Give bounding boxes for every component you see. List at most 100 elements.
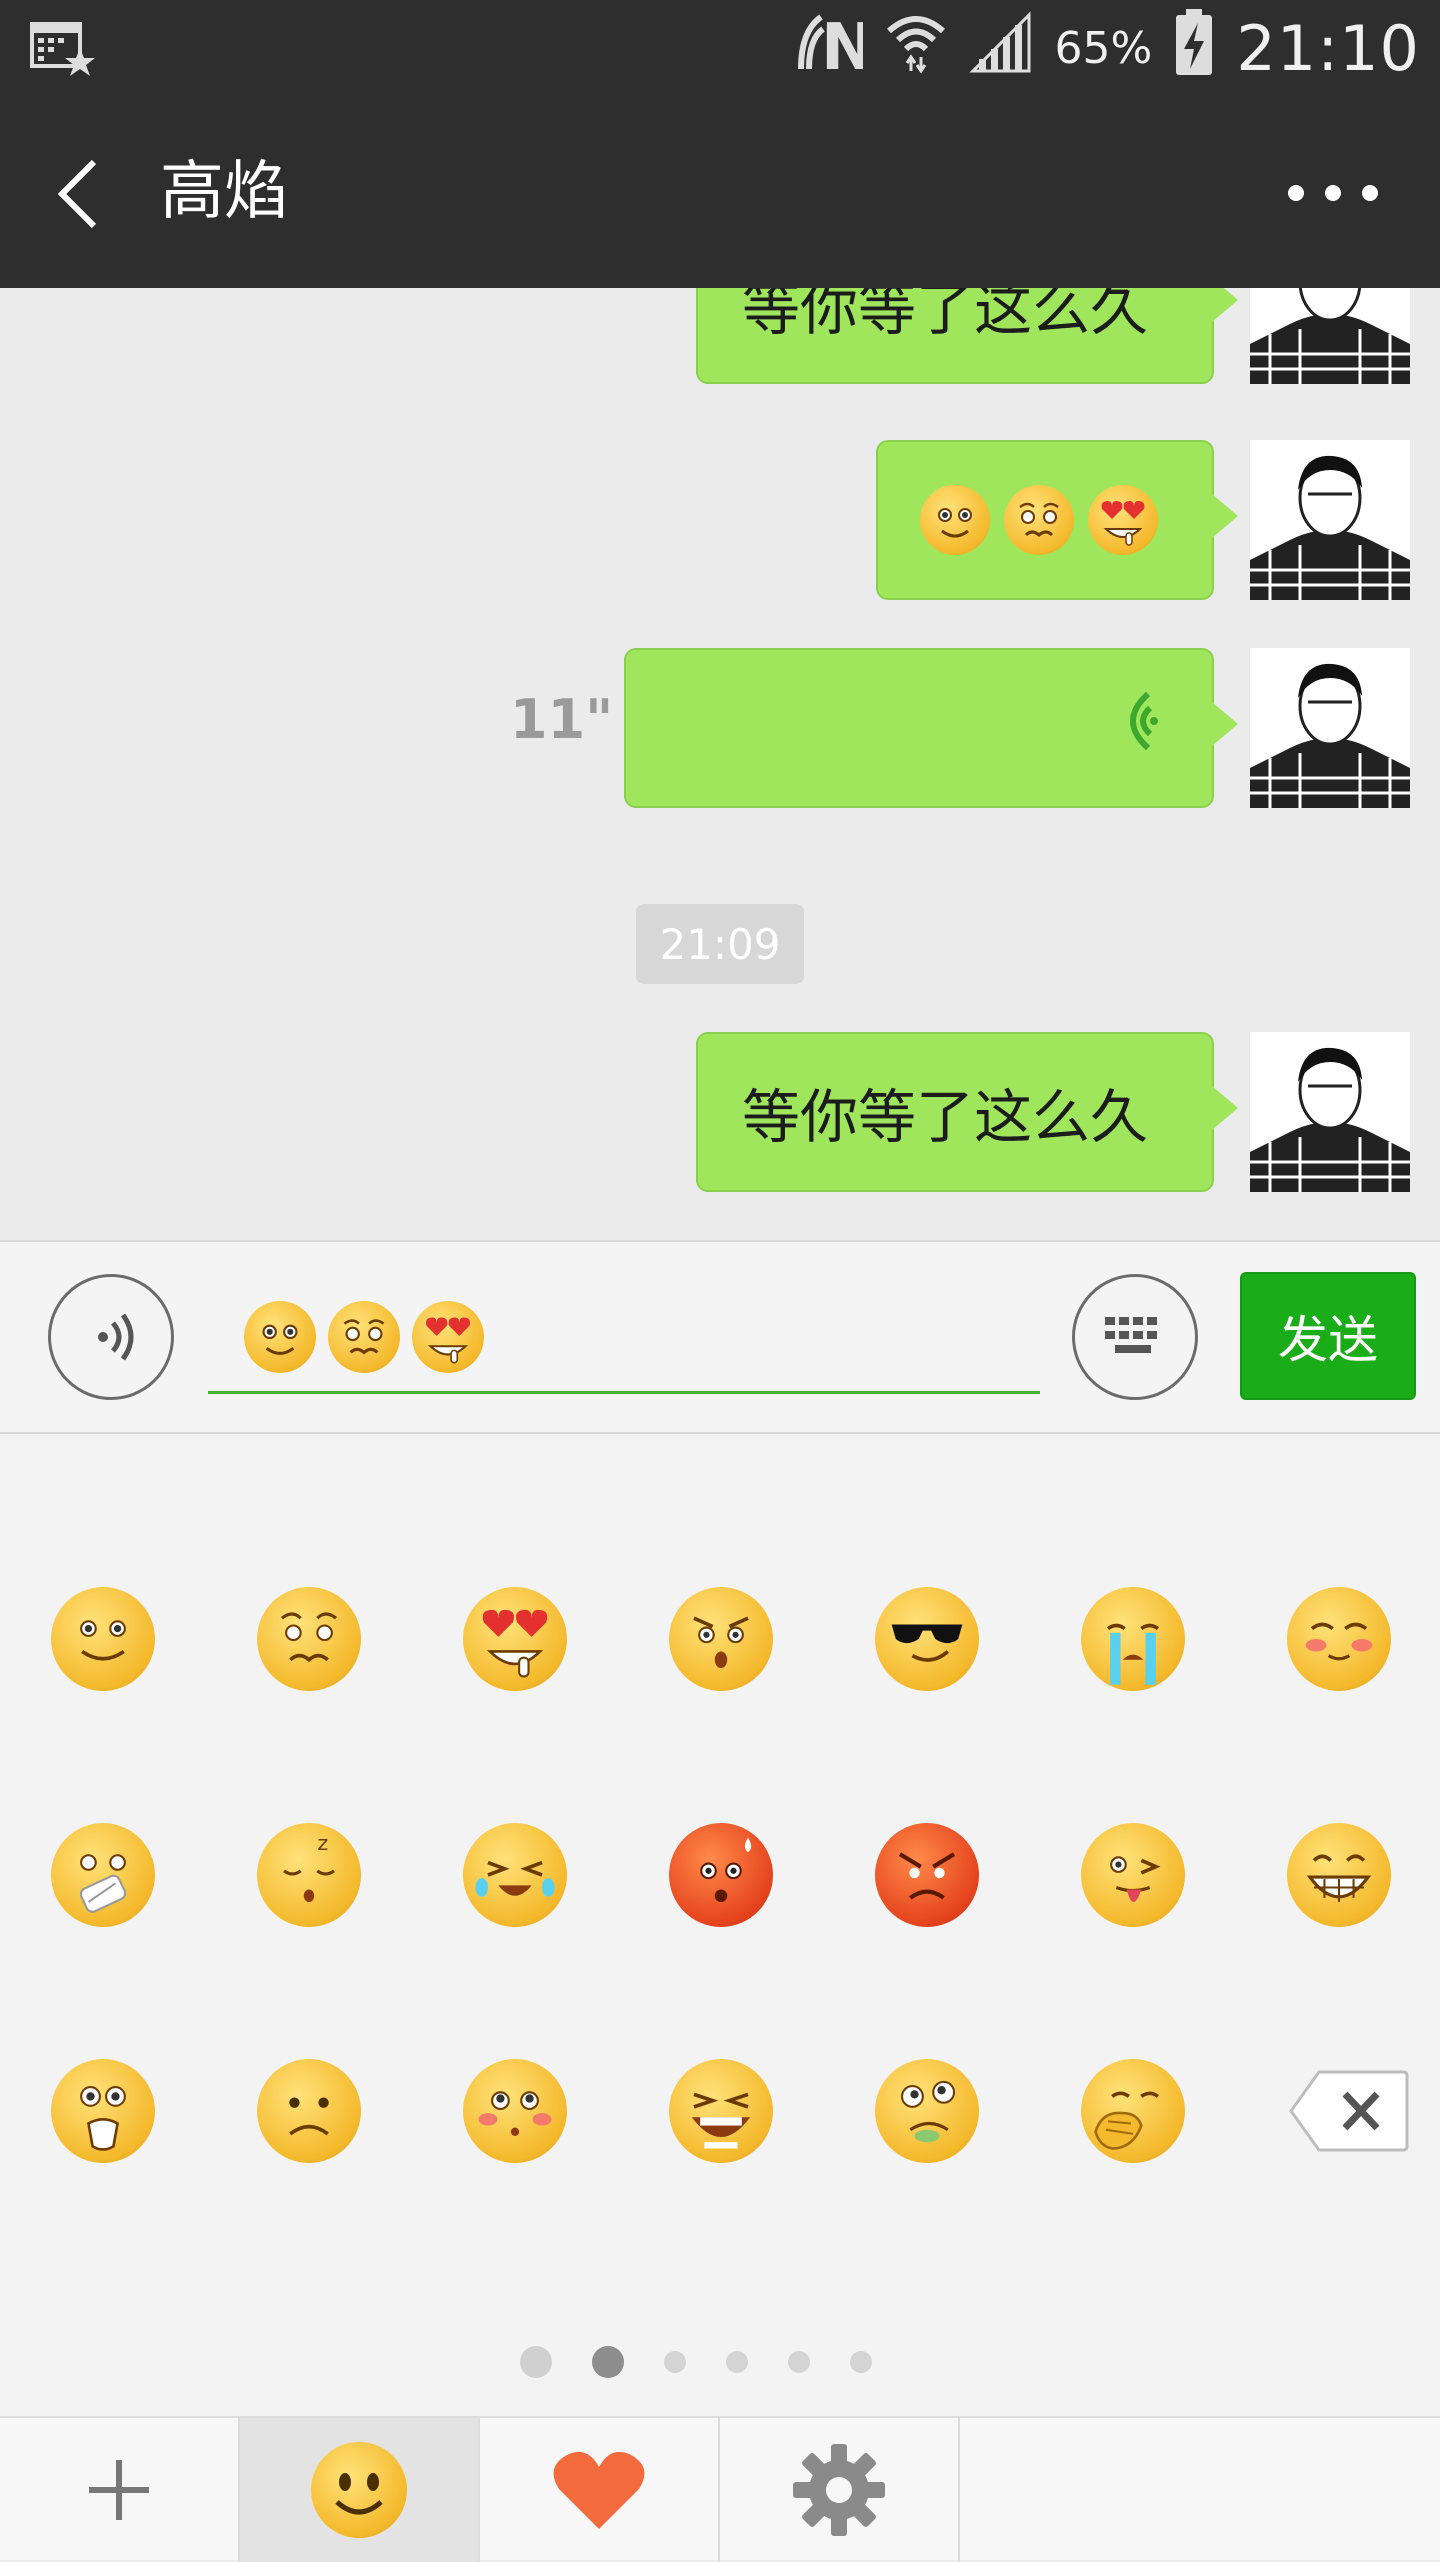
message-text: 等你等了这么久	[742, 288, 1149, 343]
send-button[interactable]: 发送	[1240, 1272, 1416, 1400]
backspace-icon	[1289, 2070, 1409, 2152]
back-arrow-icon[interactable]	[50, 154, 110, 234]
emoji-panel: z	[0, 1434, 1440, 2416]
tongue-wink-icon	[1081, 1823, 1185, 1927]
input-bar: 发送	[0, 1240, 1440, 1434]
emoji-crying[interactable]	[1078, 1584, 1188, 1694]
smile-emoji	[920, 485, 990, 555]
furious-icon	[875, 1823, 979, 1927]
emoji-sunglasses[interactable]	[872, 1584, 982, 1694]
emoji-heart-eyes[interactable]	[460, 1584, 570, 1694]
tab-add[interactable]	[0, 2418, 240, 2562]
gear-icon	[793, 2444, 885, 2536]
angry-face-icon	[669, 1587, 773, 1691]
page-dot[interactable]	[788, 2351, 810, 2373]
voice-bubble[interactable]	[624, 648, 1238, 808]
emoji-tongue-wink[interactable]	[1078, 1820, 1188, 1930]
emoji-sweat-red[interactable]	[666, 1820, 776, 1930]
heart-icon	[553, 2451, 645, 2529]
zipped-icon	[51, 1823, 155, 1927]
plus-icon	[89, 2460, 149, 2520]
frown-icon	[257, 2059, 361, 2163]
nfc-icon: N	[797, 11, 874, 85]
emoji-surprised[interactable]	[48, 2056, 158, 2166]
emoji-cover-mouth[interactable]	[1078, 2056, 1188, 2166]
heart-eyes-emoji	[412, 1300, 484, 1373]
tab-emoji[interactable]	[240, 2418, 480, 2562]
emoji-sleepy[interactable]: z	[254, 1820, 364, 1930]
keyboard-icon	[1105, 1317, 1157, 1353]
emoji-angry-face[interactable]	[666, 1584, 776, 1694]
surprised-icon	[51, 2059, 155, 2163]
avatar[interactable]	[1250, 1032, 1410, 1192]
heart-eyes-icon	[463, 1587, 567, 1691]
laugh-cry-icon	[463, 1823, 567, 1927]
backspace-key[interactable]	[1284, 2056, 1414, 2166]
emoji-bubble[interactable]	[876, 440, 1238, 600]
smile-emoji	[244, 1300, 316, 1373]
drool-icon	[875, 2059, 979, 2163]
page-dot[interactable]	[664, 2351, 686, 2373]
message-row: 等你等了这么久	[696, 288, 1410, 384]
text-bubble[interactable]: 等你等了这么久	[696, 1032, 1238, 1192]
emoji-shy[interactable]	[460, 2056, 570, 2166]
status-bar: N 65% 21:10	[0, 0, 1440, 98]
wifi-icon	[885, 11, 947, 85]
emoji-drool[interactable]	[872, 2056, 982, 2166]
message-row	[876, 440, 1410, 600]
signal-icon	[968, 11, 1033, 85]
chat-header: 高焰	[0, 98, 1440, 288]
battery-charging-icon	[1174, 7, 1214, 89]
tab-favorites[interactable]	[480, 2418, 720, 2562]
cover-mouth-icon	[1081, 2059, 1185, 2163]
emoji-blush[interactable]	[1284, 1584, 1394, 1694]
sunglasses-icon	[875, 1587, 979, 1691]
voice-icon	[98, 1313, 134, 1361]
keyboard-toggle-button[interactable]	[1072, 1274, 1198, 1400]
calendar-star-icon	[28, 18, 98, 80]
sleepy-icon: z	[257, 1823, 361, 1927]
emoji-furious[interactable]	[872, 1820, 982, 1930]
emoji-grin[interactable]	[1284, 1820, 1394, 1930]
text-bubble[interactable]: 等你等了这么久	[696, 288, 1238, 384]
voice-duration: 11"	[510, 688, 614, 751]
svg-text:z: z	[317, 1831, 328, 1855]
grin-icon	[1287, 1823, 1391, 1927]
emoji-frown[interactable]	[254, 2056, 364, 2166]
emoji-scream[interactable]	[666, 2056, 776, 2166]
message-row	[624, 648, 1410, 808]
emoji-smile[interactable]	[48, 1584, 158, 1694]
timestamp: 21:09	[636, 904, 804, 984]
smile-icon	[51, 1587, 155, 1691]
avatar[interactable]	[1250, 288, 1410, 384]
worried-icon	[257, 1587, 361, 1691]
emoji-laugh-cry[interactable]	[460, 1820, 570, 1930]
page-indicator	[520, 2346, 872, 2378]
page-dot[interactable]	[850, 2351, 872, 2373]
emoji-zipped[interactable]	[48, 1820, 158, 1930]
chat-message-list[interactable]: 等你等了这么久 11" 21:09 等你等了这么久	[0, 288, 1440, 1240]
emoji-worried[interactable]	[254, 1584, 364, 1694]
shy-icon	[463, 2059, 567, 2163]
emoji-tab-bar	[0, 2416, 1440, 2562]
blush-icon	[1287, 1587, 1391, 1691]
worried-emoji	[1004, 485, 1074, 555]
worried-emoji	[328, 1300, 400, 1373]
heart-eyes-emoji	[1088, 485, 1158, 555]
clock: 21:10	[1236, 11, 1420, 85]
voice-wave-icon	[1110, 686, 1160, 770]
sweat-red-icon	[669, 1823, 773, 1927]
tab-settings[interactable]	[720, 2418, 960, 2562]
scream-icon	[669, 2059, 773, 2163]
recent-page-dot[interactable]	[520, 2346, 552, 2378]
more-options-icon[interactable]	[1288, 176, 1378, 210]
page-dot[interactable]	[726, 2351, 748, 2373]
page-dot-active[interactable]	[592, 2346, 624, 2378]
message-row: 等你等了这么久	[696, 1032, 1410, 1192]
battery-percent: 65%	[1054, 22, 1153, 74]
chat-title: 高焰	[160, 155, 288, 229]
avatar[interactable]	[1250, 440, 1410, 600]
avatar[interactable]	[1250, 648, 1410, 808]
voice-input-button[interactable]	[48, 1274, 174, 1400]
message-input[interactable]	[208, 1282, 1040, 1394]
